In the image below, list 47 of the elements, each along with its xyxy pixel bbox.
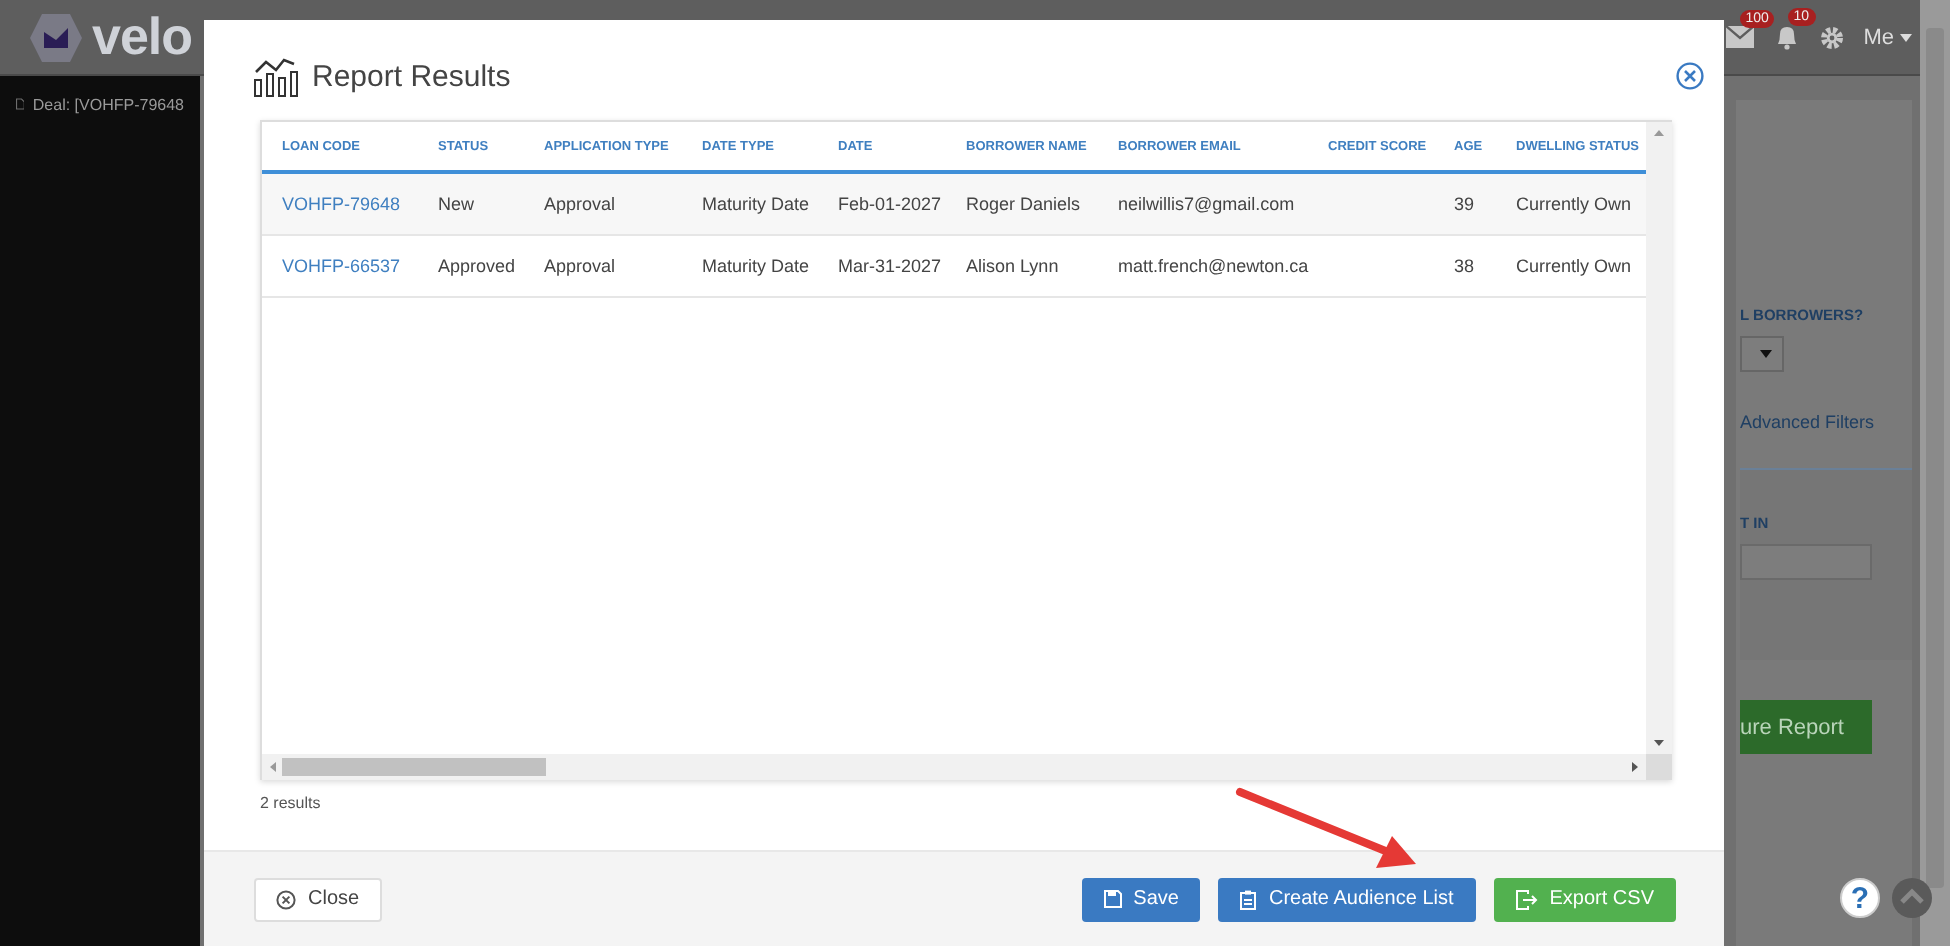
table-cell: New	[418, 172, 524, 235]
close-icon	[276, 889, 296, 909]
table-cell: 39	[1434, 172, 1496, 235]
dropdown[interactable]	[1740, 336, 1784, 372]
export-icon	[1515, 889, 1538, 909]
document-icon	[16, 94, 25, 114]
scroll-left-arrow-icon[interactable]	[270, 762, 276, 772]
result-count: 2 results	[260, 792, 321, 812]
scrollbar-corner	[1646, 754, 1672, 780]
logo-text: velo	[92, 6, 193, 68]
caret-icon	[1900, 33, 1912, 41]
table-cell: Feb-01-2027	[818, 172, 946, 235]
table-cell: Approval	[524, 235, 682, 297]
advanced-filters-link[interactable]: Advanced Filters	[1740, 384, 1875, 444]
clipboard-icon	[1240, 889, 1257, 909]
table-cell: Alison Lynn	[946, 235, 1098, 297]
scroll-up-arrow-icon[interactable]	[1654, 130, 1664, 136]
export-button[interactable]: Export CSV	[1493, 877, 1676, 921]
table-cell: Roger Daniels	[946, 172, 1098, 235]
table-cell: neilwillis7@gmail.com	[1098, 172, 1308, 235]
user-menu[interactable]: Me	[1863, 25, 1912, 49]
audience-button[interactable]: Create Audience List	[1218, 877, 1476, 921]
caret-icon	[1760, 350, 1772, 358]
table-cell: Maturity Date	[682, 235, 818, 297]
logo-icon	[28, 11, 84, 63]
table-cell: Approved	[418, 235, 524, 297]
close-icon[interactable]	[1676, 62, 1704, 90]
table-cell: Mar-31-2027	[818, 235, 946, 297]
envelope-icon[interactable]	[1725, 26, 1754, 48]
help-button[interactable]: ?	[1840, 878, 1880, 918]
run-report-button[interactable]: ure Report	[1740, 700, 1872, 754]
save-button[interactable]: Save	[1081, 877, 1201, 921]
chart-icon	[252, 54, 300, 98]
close-button[interactable]: Close	[254, 877, 382, 921]
settings-icon[interactable]	[1819, 25, 1844, 49]
scroll-down-arrow-icon[interactable]	[1654, 740, 1664, 746]
table-cell: Currently Own	[1496, 172, 1646, 235]
table-cell: Approval	[524, 172, 682, 235]
table-cell: 38	[1434, 235, 1496, 297]
modal-title: Report Results	[312, 59, 511, 93]
scroll-right-arrow-icon[interactable]	[1632, 762, 1638, 772]
deal-label: Deal: [VOHFP-79648	[32, 95, 184, 113]
table-cell: matt.french@newton.ca	[1098, 235, 1308, 297]
scroll-up-icon[interactable]	[1892, 878, 1932, 918]
table-cell: Maturity Date	[682, 172, 818, 235]
bell-icon[interactable]	[1773, 24, 1800, 50]
loan-code-link[interactable]: VOHFP-66537	[282, 256, 401, 276]
